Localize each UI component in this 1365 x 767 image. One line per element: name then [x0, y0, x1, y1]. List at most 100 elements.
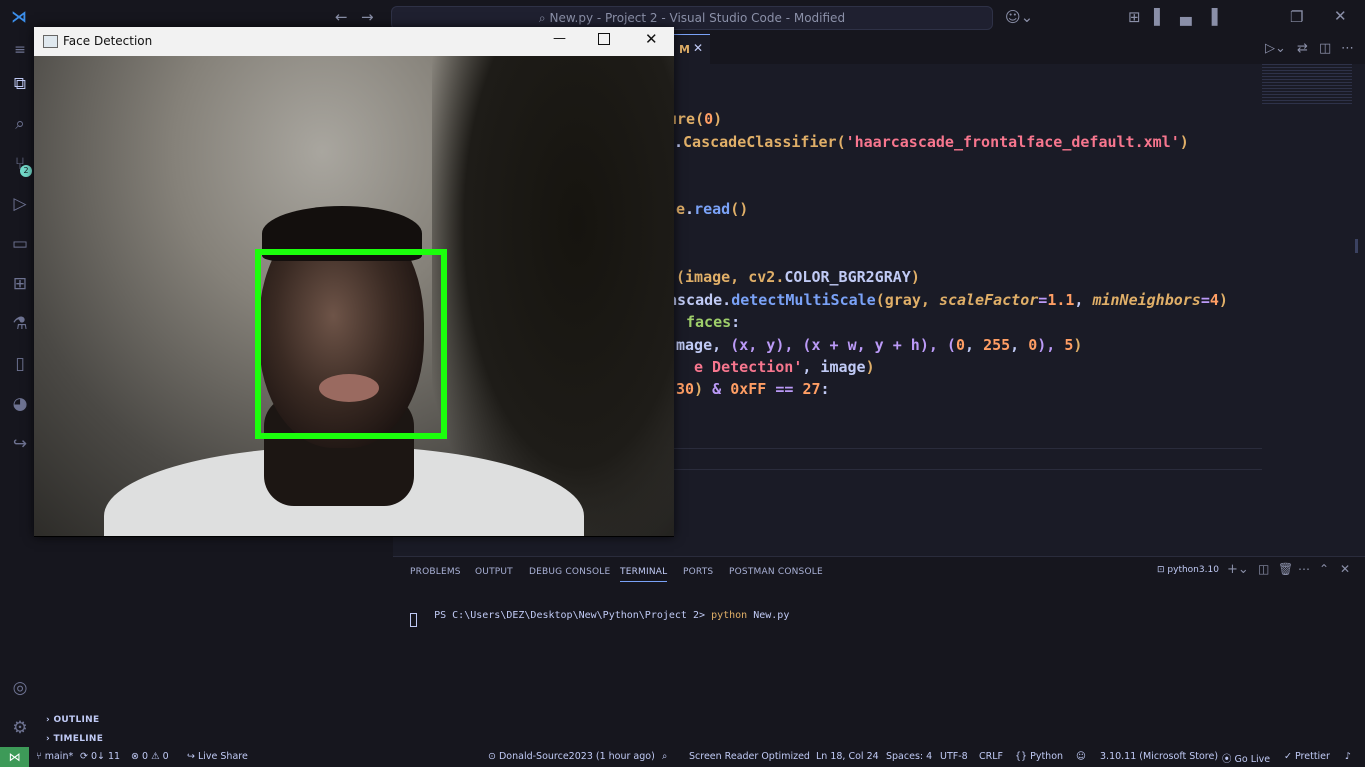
- code-token: ): [713, 110, 723, 128]
- branch-icon: ⑂: [36, 751, 45, 762]
- tab-modified-marker: M: [679, 43, 690, 56]
- close-panel-icon[interactable]: ✕: [1340, 562, 1350, 576]
- search-view-icon[interactable]: ⌕: [8, 112, 32, 136]
- code-token: ): [694, 380, 713, 398]
- tab-close-icon[interactable]: ✕: [693, 41, 703, 55]
- code-token: faces: [686, 313, 732, 331]
- code-token: mage,: [676, 336, 731, 354]
- split-editor-icon[interactable]: ◫: [1319, 41, 1331, 56]
- minimap[interactable]: [1262, 64, 1352, 104]
- go-live-item[interactable]: ⦿ Go Live: [1222, 751, 1270, 765]
- command-center-title: New.py - Project 2 - Visual Studio Code …: [549, 11, 846, 25]
- code-token: 0: [955, 336, 965, 354]
- split-terminal-icon[interactable]: ◫: [1258, 562, 1269, 576]
- code-line: (image, cv2.COLOR_BGR2GRAY): [676, 268, 920, 286]
- copilot-status-icon[interactable]: ☺: [1076, 751, 1086, 762]
- code-token: e: [676, 200, 686, 218]
- live-share-icon[interactable]: ↪: [8, 432, 32, 456]
- tab-output[interactable]: OUTPUT: [475, 567, 513, 577]
- outline-section[interactable]: › OUTLINE: [46, 715, 99, 725]
- language-item[interactable]: {} Python: [1015, 751, 1063, 762]
- remote-explorer-icon[interactable]: ▭: [8, 232, 32, 256]
- code-token: minNeighbors: [1092, 291, 1201, 309]
- editor-tab[interactable]: M ✕: [670, 34, 710, 65]
- editor-scrollbar[interactable]: [1355, 239, 1358, 253]
- code-line: mage, (x, y), (x + w, y + h), (0, 255, 0…: [676, 336, 1082, 354]
- remote-indicator-icon[interactable]: ⋈: [0, 747, 29, 767]
- run-debug-icon[interactable]: ▷: [8, 192, 32, 216]
- code-token: , image: [802, 358, 866, 376]
- search-icon: ⌕: [538, 11, 550, 25]
- explorer-icon[interactable]: ⧉: [8, 72, 32, 96]
- accounts-icon[interactable]: ◎: [8, 676, 32, 700]
- code-token: ,: [1074, 291, 1093, 309]
- menu-icon[interactable]: ≡: [8, 38, 32, 62]
- indentation[interactable]: Spaces: 4: [886, 751, 932, 762]
- prettier-item[interactable]: ✓ Prettier: [1284, 751, 1330, 762]
- code-token: read: [694, 200, 731, 218]
- device-icon[interactable]: ▯: [8, 352, 32, 376]
- timeline-section[interactable]: › TIMELINE: [46, 734, 103, 744]
- live-share-icon: ↪: [187, 751, 198, 762]
- more-actions-icon[interactable]: ⋯: [1341, 41, 1354, 56]
- tab-postman-console[interactable]: POSTMAN CONSOLE: [729, 567, 823, 577]
- back-arrow-icon[interactable]: ←: [335, 8, 348, 26]
- code-line: e Detection', image): [694, 358, 875, 376]
- interpreter[interactable]: 3.10.11 (Microsoft Store): [1100, 751, 1218, 762]
- live-share-item[interactable]: ↪ Live Share: [187, 751, 248, 762]
- tab-problems[interactable]: PROBLEMS: [410, 567, 461, 577]
- code-token: 0: [704, 110, 714, 128]
- tab-terminal[interactable]: TERMINAL: [620, 567, 668, 582]
- kill-terminal-icon[interactable]: 🗑: [1278, 562, 1293, 576]
- end-of-line[interactable]: CRLF: [979, 751, 1003, 762]
- close-icon[interactable]: ✕: [645, 30, 658, 48]
- code-line: ure(0): [668, 110, 722, 128]
- code-token: ),: [1037, 336, 1065, 354]
- cursor-position[interactable]: Ln 18, Col 24: [816, 751, 879, 762]
- testing-icon[interactable]: ⚗: [8, 312, 32, 336]
- code-token: (: [695, 110, 705, 128]
- copilot-icon[interactable]: ☺⌄: [1005, 8, 1033, 26]
- notifications-icon[interactable]: ♪: [1345, 751, 1351, 762]
- toggle-panel-icon[interactable]: ▄: [1180, 8, 1192, 26]
- bottom-panel: PROBLEMS OUTPUT DEBUG CONSOLE TERMINAL P…: [393, 556, 1365, 748]
- minimize-icon[interactable]: —: [553, 31, 566, 46]
- face-window-title: Face Detection: [63, 34, 153, 48]
- code-token: :: [731, 313, 741, 331]
- gitlens-icon[interactable]: ◕: [8, 392, 32, 416]
- extensions-icon[interactable]: ⊞: [8, 272, 32, 296]
- braces-icon: {}: [1015, 751, 1031, 762]
- forward-arrow-icon[interactable]: →: [361, 8, 374, 26]
- settings-gear-icon[interactable]: ⚙: [8, 716, 32, 740]
- zoom-icon[interactable]: ⌕: [662, 751, 667, 762]
- tab-debug-console[interactable]: DEBUG CONSOLE: [529, 567, 610, 577]
- branch-item[interactable]: ⑂ main*: [36, 751, 73, 762]
- git-blame-item[interactable]: ⊙ Donald-Source2023 (1 hour ago): [488, 751, 655, 762]
- terminal-output[interactable]: PS C:\Users\DEZ\Desktop\New\Python\Proje…: [410, 599, 789, 632]
- terminal-selector[interactable]: ⊡ python3.10: [1157, 565, 1219, 575]
- broadcast-icon: ⦿: [1222, 754, 1235, 765]
- terminal-icon: ⊡: [1157, 565, 1168, 575]
- compare-changes-icon[interactable]: ⇄: [1297, 41, 1308, 56]
- face-window-titlebar[interactable]: Face Detection — ✕: [34, 27, 674, 56]
- new-terminal-icon[interactable]: +⌄: [1227, 562, 1249, 577]
- sync-item[interactable]: ⟳ 0↓ 11: [80, 751, 120, 762]
- screen-reader-item[interactable]: Screen Reader Optimized: [689, 751, 810, 762]
- face-detection-window[interactable]: Face Detection — ✕: [34, 27, 674, 537]
- encoding[interactable]: UTF-8: [940, 751, 968, 762]
- tab-ports[interactable]: PORTS: [683, 567, 713, 577]
- run-python-file-icon[interactable]: ▷⌄: [1265, 41, 1286, 56]
- maximize-panel-icon[interactable]: ⌃: [1319, 562, 1329, 576]
- code-token: ascade.: [668, 291, 732, 309]
- maximize-icon[interactable]: [598, 33, 610, 45]
- panel-more-icon[interactable]: ⋯: [1298, 562, 1310, 576]
- toggle-secondary-sidebar-icon[interactable]: ▐: [1206, 8, 1218, 26]
- customize-layout-icon[interactable]: ⊞: [1128, 8, 1141, 26]
- problems-item[interactable]: ⊗ 0 ⚠ 0: [131, 751, 169, 762]
- code-token: w, y: [838, 336, 893, 354]
- code-token: e Detection': [694, 358, 803, 376]
- toggle-primary-sidebar-icon[interactable]: ▌: [1154, 8, 1166, 26]
- close-window-icon[interactable]: ✕: [1334, 7, 1347, 25]
- restore-window-icon[interactable]: ❐: [1290, 8, 1303, 26]
- code-token: COLOR_BGR2GRAY: [784, 268, 911, 286]
